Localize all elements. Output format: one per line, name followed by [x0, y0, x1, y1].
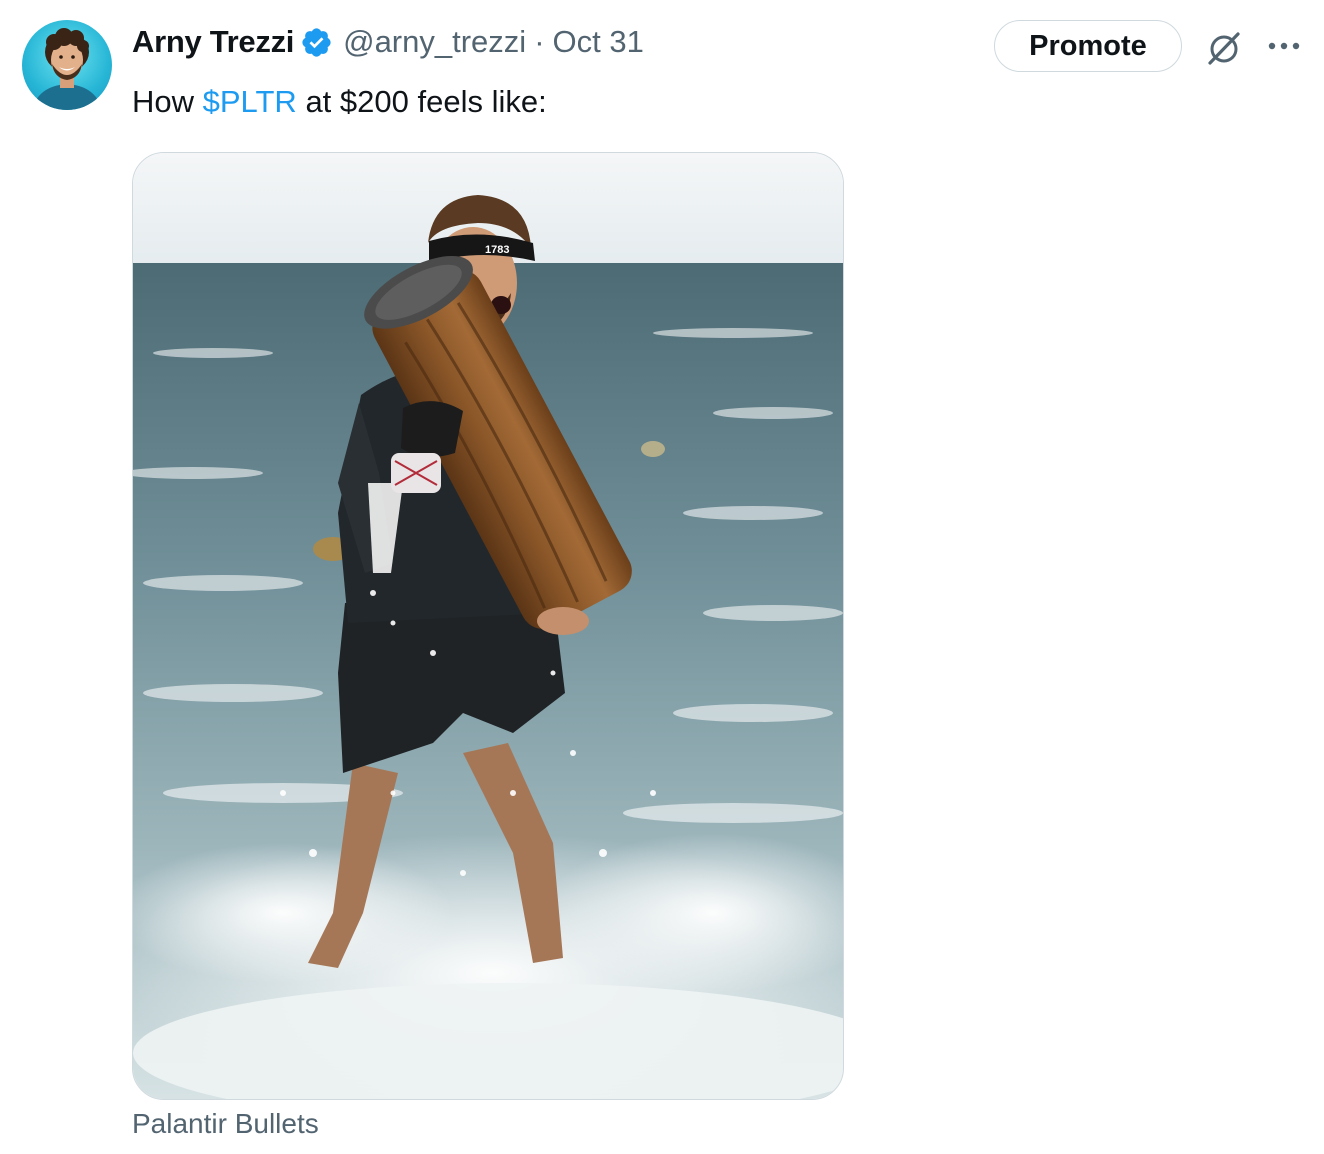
author-name[interactable]: Arny Trezzi	[132, 24, 294, 60]
tweet-media-photo[interactable]: 1783	[132, 152, 844, 1100]
media-caption: Palantir Bullets	[132, 1108, 319, 1139]
avatar[interactable]	[22, 20, 112, 110]
tweet-text: How $PLTR at $200 feels like:	[132, 80, 547, 124]
tweet-date[interactable]: Oct 31	[553, 24, 644, 60]
more-options-icon[interactable]	[1264, 34, 1304, 58]
verified-badge-icon[interactable]	[300, 26, 333, 59]
author-handle[interactable]: @arny_trezzi	[343, 24, 526, 60]
cashtag-link[interactable]: $PLTR	[203, 84, 297, 119]
headband-number: 1783	[485, 244, 509, 256]
tweet: Arny Trezzi @arny_trezzi · Oct 31 How $P…	[0, 0, 1324, 1154]
grok-icon[interactable]	[1204, 28, 1244, 68]
tweet-header: Arny Trezzi @arny_trezzi · Oct 31	[132, 20, 644, 64]
promote-button[interactable]: Promote	[994, 20, 1182, 72]
tweet-text-prefix: How	[132, 84, 203, 119]
separator-dot: ·	[534, 24, 545, 59]
tweet-text-suffix: at $200 feels like:	[296, 84, 547, 119]
